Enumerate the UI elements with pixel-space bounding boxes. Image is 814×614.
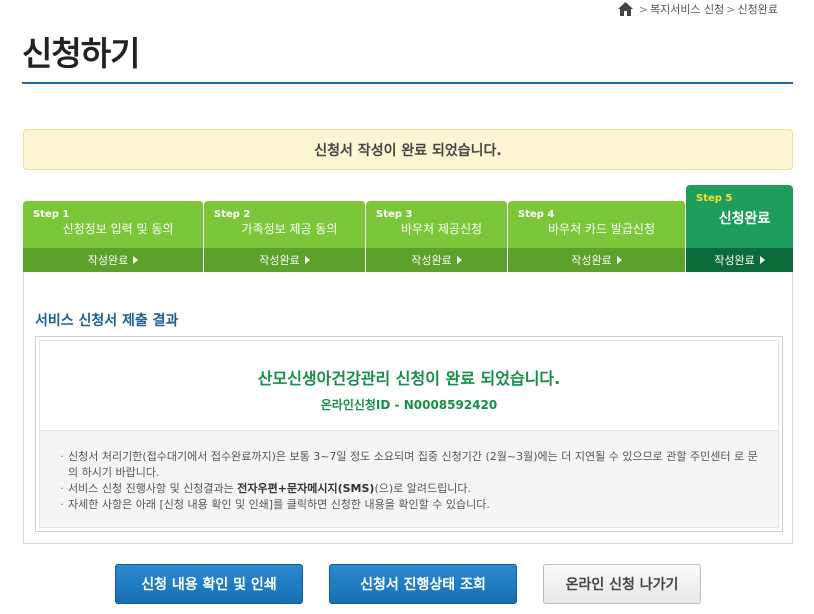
step-label: 가족정보 제공 동의 — [241, 222, 338, 236]
step-label: 신청완료 — [718, 211, 771, 227]
step-status: 작성완료 — [366, 248, 507, 272]
completion-notice-text: 신청서 작성이 완료 되었습니다. — [314, 142, 502, 159]
step-status: 작성완료 — [23, 248, 203, 272]
step-status: 작성완료 — [204, 248, 365, 272]
result-headline: 산모신생아건강관리 신청이 완료 되었습니다. — [257, 369, 561, 388]
step-5-active: Step 5 신청완료 작성완료 — [686, 185, 793, 272]
section-title: 서비스 신청서 제출 결과 — [35, 313, 179, 329]
triangle-right-icon — [304, 256, 310, 264]
breadcrumb: > 복지서비스 신청 > 신청완료 — [617, 1, 778, 17]
triangle-right-icon — [616, 256, 622, 264]
step-number: Step 5 — [696, 193, 733, 204]
step-number: Step 3 — [376, 209, 413, 220]
print-application-button[interactable]: 신청 내용 확인 및 인쇄 — [115, 564, 303, 604]
check-status-button[interactable]: 신청서 진행상태 조회 — [329, 564, 517, 604]
result-panel: 서비스 신청서 제출 결과 산모신생아건강관리 신청이 완료 되었습니다. 온라… — [23, 272, 793, 544]
title-divider — [22, 82, 793, 84]
step-number: Step 1 — [33, 209, 70, 220]
note-item: 서비스 신청 진행사항 및 신청결과는 전자우편+문자메시지(SMS)(으)로 … — [60, 481, 758, 497]
breadcrumb-item-service[interactable]: 복지서비스 신청 — [650, 1, 724, 17]
note-item: 자세한 사항은 아래 [신청 내용 확인 및 인쇄]를 클릭하면 신청한 내용을… — [60, 497, 758, 513]
step-label: 신청정보 입력 및 동의 — [62, 222, 174, 236]
step-label: 바우처 제공신청 — [400, 222, 483, 236]
note-item: 신청서 처리기한(접수대기에서 접수완료까지)은 보통 3~7일 정도 소요되며… — [60, 449, 758, 481]
step-1: Step 1 신청정보 입력 및 동의 작성완료 — [23, 201, 204, 272]
page-title: 신청하기 — [22, 34, 140, 73]
application-id: 온라인신청ID - N0008592420 — [320, 398, 498, 412]
step-4: Step 4 바우처 카드 발급신청 작성완료 — [508, 201, 686, 272]
exit-online-application-button[interactable]: 온라인 신청 나가기 — [543, 564, 701, 604]
home-icon[interactable] — [617, 2, 633, 16]
step-progress: Step 1 신청정보 입력 및 동의 작성완료 Step 2 가족정보 제공 … — [23, 185, 793, 272]
step-label: 바우처 카드 발급신청 — [548, 222, 655, 236]
step-number: Step 2 — [214, 209, 251, 220]
breadcrumb-item-complete: 신청완료 — [737, 3, 778, 16]
breadcrumb-separator-icon: > — [726, 2, 736, 16]
step-status: 작성완료 — [508, 248, 685, 272]
completion-notice: 신청서 작성이 완료 되었습니다. — [23, 129, 793, 170]
step-3: Step 3 바우처 제공신청 작성완료 — [366, 201, 508, 272]
triangle-right-icon — [759, 256, 765, 264]
step-number: Step 4 — [518, 209, 555, 220]
triangle-right-icon — [133, 256, 139, 264]
breadcrumb-separator-icon: > — [638, 2, 648, 16]
result-notes: 신청서 처리기한(접수대기에서 접수완료까지)은 보통 3~7일 정도 소요되며… — [40, 430, 778, 527]
result-box: 산모신생아건강관리 신청이 완료 되었습니다. 온라인신청ID - N00085… — [35, 336, 783, 532]
step-status: 작성완료 — [686, 248, 793, 272]
step-2: Step 2 가족정보 제공 동의 작성완료 — [204, 201, 366, 272]
triangle-right-icon — [456, 256, 462, 264]
